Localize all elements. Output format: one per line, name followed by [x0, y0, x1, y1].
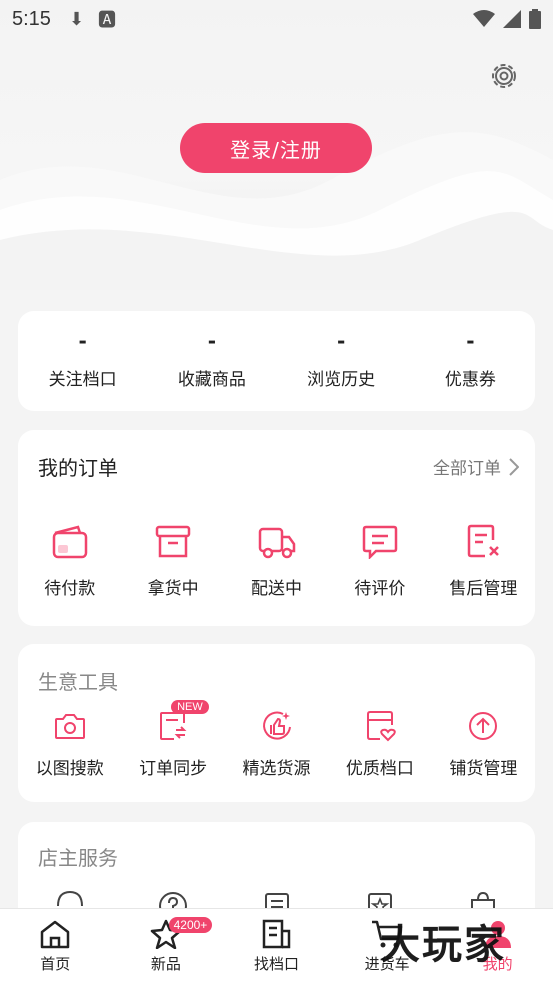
text-a-icon: 🅰: [98, 10, 117, 30]
order-after-sales-label: 售后管理: [449, 579, 518, 599]
order-after-sales[interactable]: 售后管理: [432, 522, 535, 599]
status-time: 5:15: [12, 7, 51, 30]
stat-label: 优惠券: [444, 370, 496, 390]
order-to-review[interactable]: 待评价: [328, 522, 431, 599]
order-picking-label: 拿货中: [147, 579, 199, 599]
tool-selected-supply[interactable]: 精选货源: [225, 706, 328, 779]
stat-label: 关注档口: [48, 370, 117, 390]
tool-quality-stalls-label: 优质档口: [345, 759, 414, 779]
stat-label: 收藏商品: [177, 370, 246, 390]
login-register-button[interactable]: 登录/注册: [180, 123, 372, 173]
order-pending-payment[interactable]: 待付款: [18, 522, 121, 599]
status-bar: 5:15 ⬇ 🅰: [0, 0, 553, 38]
home-icon: [41, 920, 70, 949]
order-pending-payment-label: 待付款: [44, 579, 96, 599]
tool-selected-supply-label: 精选货源: [242, 759, 311, 779]
order-picking[interactable]: 拿货中: [121, 522, 224, 599]
truck-icon: [257, 522, 297, 562]
all-orders-label: 全部订单: [433, 459, 501, 479]
stat-followed-stalls[interactable]: - 关注档口: [18, 311, 147, 411]
stat-history[interactable]: - 浏览历史: [277, 311, 406, 411]
thumbs-up-icon: [257, 706, 297, 746]
wifi-icon: [473, 10, 495, 27]
nav-home-label: 首页: [40, 955, 71, 973]
orders-card: 我的订单 全部订单 待付款 拿货中 配送中 待评价 售后管理: [18, 430, 535, 626]
stat-label: 浏览历史: [307, 370, 376, 390]
orders-title: 我的订单: [38, 456, 118, 480]
tool-image-search[interactable]: 以图搜款: [18, 706, 121, 779]
order-delivering-label: 配送中: [251, 579, 303, 599]
nav-home[interactable]: 首页: [0, 909, 111, 984]
wallet-icon: [50, 522, 90, 562]
new-badge: NEW: [171, 700, 209, 714]
box-icon: [153, 522, 193, 562]
nav-find-stall[interactable]: 找档口: [221, 909, 332, 984]
tools-icon-row: 以图搜款 NEW 订单同步 精选货源 优质档口 铺货管理: [18, 700, 535, 779]
tool-listing-management-label: 铺货管理: [449, 759, 518, 779]
watermark-logo: 大玩家: [380, 921, 506, 968]
tool-quality-stalls[interactable]: 优质档口: [328, 706, 431, 779]
stat-value: -: [336, 329, 346, 353]
new-count-badge: 4200+: [168, 917, 213, 933]
receipt-cancel-icon: [463, 522, 503, 562]
signal-icon: [503, 10, 521, 28]
stat-coupons[interactable]: - 优惠券: [406, 311, 535, 411]
tool-order-sync-label: 订单同步: [139, 759, 208, 779]
upload-circle-icon: [463, 706, 503, 746]
gear-icon[interactable]: [488, 60, 520, 92]
orders-icon-row: 待付款 拿货中 配送中 待评价 售后管理: [18, 522, 535, 599]
nav-new-products[interactable]: 4200+ 新品: [111, 909, 222, 984]
services-title: 店主服务: [38, 846, 118, 870]
battery-icon: [529, 9, 541, 29]
stats-card: - 关注档口 - 收藏商品 - 浏览历史 - 优惠券: [18, 311, 535, 411]
tool-listing-management[interactable]: 铺货管理: [432, 706, 535, 779]
camera-icon: [50, 706, 90, 746]
stat-value: -: [207, 329, 217, 353]
building-icon: [263, 919, 291, 949]
all-orders-link[interactable]: 全部订单: [433, 454, 519, 479]
tools-title: 生意工具: [38, 670, 118, 694]
tool-image-search-label: 以图搜款: [35, 759, 104, 779]
download-icon: ⬇: [68, 8, 85, 29]
stat-value: -: [78, 329, 87, 353]
order-to-review-label: 待评价: [354, 579, 406, 599]
chevron-right-icon: [509, 457, 519, 476]
nav-new-products-label: 新品: [150, 955, 181, 973]
comment-icon: [360, 522, 400, 562]
business-tools-card: 生意工具 以图搜款 NEW 订单同步 精选货源 优质档口 铺货管理: [18, 644, 535, 802]
sync-doc-icon: NEW: [153, 700, 209, 746]
order-delivering[interactable]: 配送中: [225, 522, 328, 599]
store-heart-icon: [360, 706, 400, 746]
stat-favorites[interactable]: - 收藏商品: [147, 311, 276, 411]
stat-value: -: [466, 329, 475, 353]
tool-order-sync[interactable]: NEW 订单同步: [121, 700, 224, 779]
nav-find-stall-label: 找档口: [253, 955, 299, 973]
